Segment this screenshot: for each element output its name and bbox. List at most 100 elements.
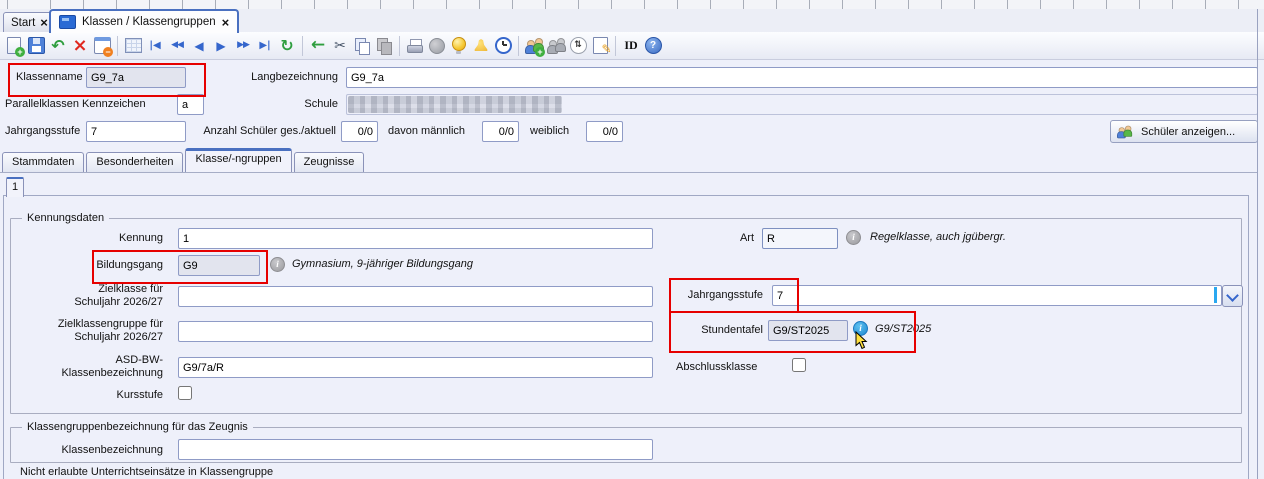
art-info-icon: i (846, 230, 861, 245)
mouse-cursor-icon (854, 331, 868, 350)
bildungsgang-input[interactable] (178, 255, 260, 276)
save-icon[interactable] (25, 35, 47, 57)
art-input[interactable] (762, 228, 838, 249)
text-caret (1214, 287, 1217, 303)
parallelklassen-label: Parallelklassen Kennzeichen (5, 97, 146, 111)
jahrgangsstufe-input[interactable] (86, 121, 186, 142)
zielklasse-label-line1: Zielklasse für (8, 282, 163, 296)
tab-klasse-ngruppen[interactable]: Klasse/-ngruppen (185, 148, 291, 172)
anzahl-schueler-label: Anzahl Schüler ges./aktuell (196, 124, 336, 138)
klassenbezeichnung-label: Klassenbezeichnung (8, 443, 163, 457)
langbezeichnung-label: Langbezeichnung (160, 70, 338, 84)
zeugnis-legend: Klassengruppenbezeichnung für das Zeugni… (22, 420, 253, 434)
tab-start[interactable]: Start × (3, 12, 56, 32)
art-hint: Regelklasse, auch jgübergr. (870, 231, 1006, 243)
zielklassengruppe-label-line2: Schuljahr 2026/27 (8, 330, 163, 344)
jahrgangsstufe2-dropdown-button[interactable] (1222, 285, 1243, 307)
back-icon[interactable]: ← (307, 35, 329, 57)
document-tab-bar: Start × Klassen / Klassengruppen × (0, 9, 1264, 33)
toolbar-separator (117, 36, 118, 56)
nav-last-icon[interactable]: ▶| (254, 35, 276, 57)
stundentafel-label: Stundentafel (640, 323, 763, 337)
undo-icon[interactable]: ↶ (47, 35, 69, 57)
tab-besonderheiten[interactable]: Besonderheiten (86, 152, 183, 172)
remove-record-icon[interactable]: − (91, 35, 113, 57)
kursstufe-checkbox[interactable] (178, 386, 192, 400)
nav-next-icon[interactable]: ▶ (210, 35, 232, 57)
zielklasse-input[interactable] (178, 286, 653, 307)
students-disabled-icon[interactable] (545, 35, 567, 57)
help-icon[interactable]: ? (642, 35, 664, 57)
asd-bw-input[interactable] (178, 357, 653, 378)
bildungsgang-hint: Gymnasium, 9-jähriger Bildungsgang (292, 258, 473, 270)
anzahl-schueler-input[interactable] (341, 121, 378, 142)
tab-start-label: Start (11, 17, 35, 29)
kursstufe-label: Kursstufe (8, 388, 163, 402)
asv-klassen-window: Start × Klassen / Klassengruppen × +↶×−|… (0, 0, 1264, 479)
langbezeichnung-input[interactable] (346, 67, 1258, 88)
tab-panel-top-border (0, 172, 1257, 173)
id-label-icon[interactable]: ID (620, 35, 642, 57)
stundentafel-input[interactable] (768, 320, 848, 341)
tab-klassen-close-icon[interactable]: × (222, 17, 230, 28)
weiblich-input[interactable] (586, 121, 623, 142)
reminder-clock-icon[interactable] (492, 35, 514, 57)
jahrgangsstufe2-combobox[interactable] (772, 285, 1222, 306)
schule-redaction-blur (348, 96, 562, 113)
delete-icon[interactable]: × (69, 35, 91, 57)
swap-sort-icon[interactable]: ⇅ (567, 35, 589, 57)
chevron-down-icon (1226, 289, 1239, 302)
cut-icon[interactable]: ✂ (329, 35, 351, 57)
asd-bw-label-line2: Klassenbezeichnung (8, 366, 163, 380)
add-student-icon[interactable]: + (523, 35, 545, 57)
nav-previous-icon[interactable]: ◀ (188, 35, 210, 57)
stundentafel-hint: G9/ST2025 (875, 323, 931, 335)
clipped-bottom-legend: Nicht erlaubte Unterrichtseinsätze in Kl… (20, 466, 273, 478)
hint-bulb-icon[interactable] (448, 35, 470, 57)
group-tab-1[interactable]: 1 (6, 177, 24, 197)
section-tab-bar: StammdatenBesonderheitenKlasse/-ngruppen… (2, 151, 364, 172)
nav-rewind-icon[interactable]: ◀◀ (166, 35, 188, 57)
print-icon[interactable] (404, 35, 426, 57)
jahrgangsstufe2-label: Jahrgangsstufe (640, 288, 763, 302)
notification-bell-icon[interactable] (470, 35, 492, 57)
refresh-icon[interactable]: ↻ (276, 35, 298, 57)
tab-klassen-klassengruppen[interactable]: Klassen / Klassengruppen × (49, 9, 239, 33)
davon-maennlich-label: davon männlich (388, 124, 465, 138)
klassenbezeichnung-input[interactable] (178, 439, 653, 460)
zielklassengruppe-input[interactable] (178, 321, 653, 342)
weiblich-label: weiblich (530, 124, 569, 138)
zielklasse-label-line2: Schuljahr 2026/27 (8, 295, 163, 309)
schule-label: Schule (160, 97, 338, 111)
edit-note-icon[interactable] (589, 35, 611, 57)
nav-first-icon[interactable]: |◀ (144, 35, 166, 57)
paste-icon[interactable] (373, 35, 395, 57)
zielklassengruppe-label-line1: Zielklassengruppe für (8, 317, 163, 331)
export-disc-icon[interactable] (426, 35, 448, 57)
abschlussklasse-label: Abschlussklasse (676, 360, 757, 374)
kennung-label: Kennung (8, 231, 163, 245)
toolbar-separator (615, 36, 616, 56)
davon-maennlich-input[interactable] (482, 121, 519, 142)
students-icon (1117, 125, 1132, 138)
window-right-edge (1257, 9, 1258, 479)
bildungsgang-info-icon: i (270, 257, 285, 272)
klassenname-label: Klassenname (16, 70, 83, 84)
tab-start-close-icon[interactable]: × (40, 17, 48, 28)
tab-klassen-label: Klassen / Klassengruppen (82, 16, 216, 28)
tab-stammdaten[interactable]: Stammdaten (2, 152, 84, 172)
form-window-icon (59, 15, 76, 29)
bildungsgang-label: Bildungsgang (8, 258, 163, 272)
tab-zeugnisse[interactable]: Zeugnisse (294, 152, 365, 172)
toolbar-separator (399, 36, 400, 56)
copy-icon[interactable] (351, 35, 373, 57)
toolbar: +↶×−|◀◀◀◀▶▶▶▶|↻←✂+⇅ID? (0, 32, 1264, 60)
new-record-icon[interactable]: + (3, 35, 25, 57)
jahrgangsstufe-label: Jahrgangsstufe (5, 124, 80, 138)
nav-forward-icon[interactable]: ▶▶ (232, 35, 254, 57)
table-view-icon[interactable] (122, 35, 144, 57)
kennung-input[interactable] (178, 228, 653, 249)
toolbar-separator (302, 36, 303, 56)
abschlussklasse-checkbox[interactable] (792, 358, 806, 372)
schueler-anzeigen-button[interactable]: Schüler anzeigen... (1110, 120, 1258, 143)
